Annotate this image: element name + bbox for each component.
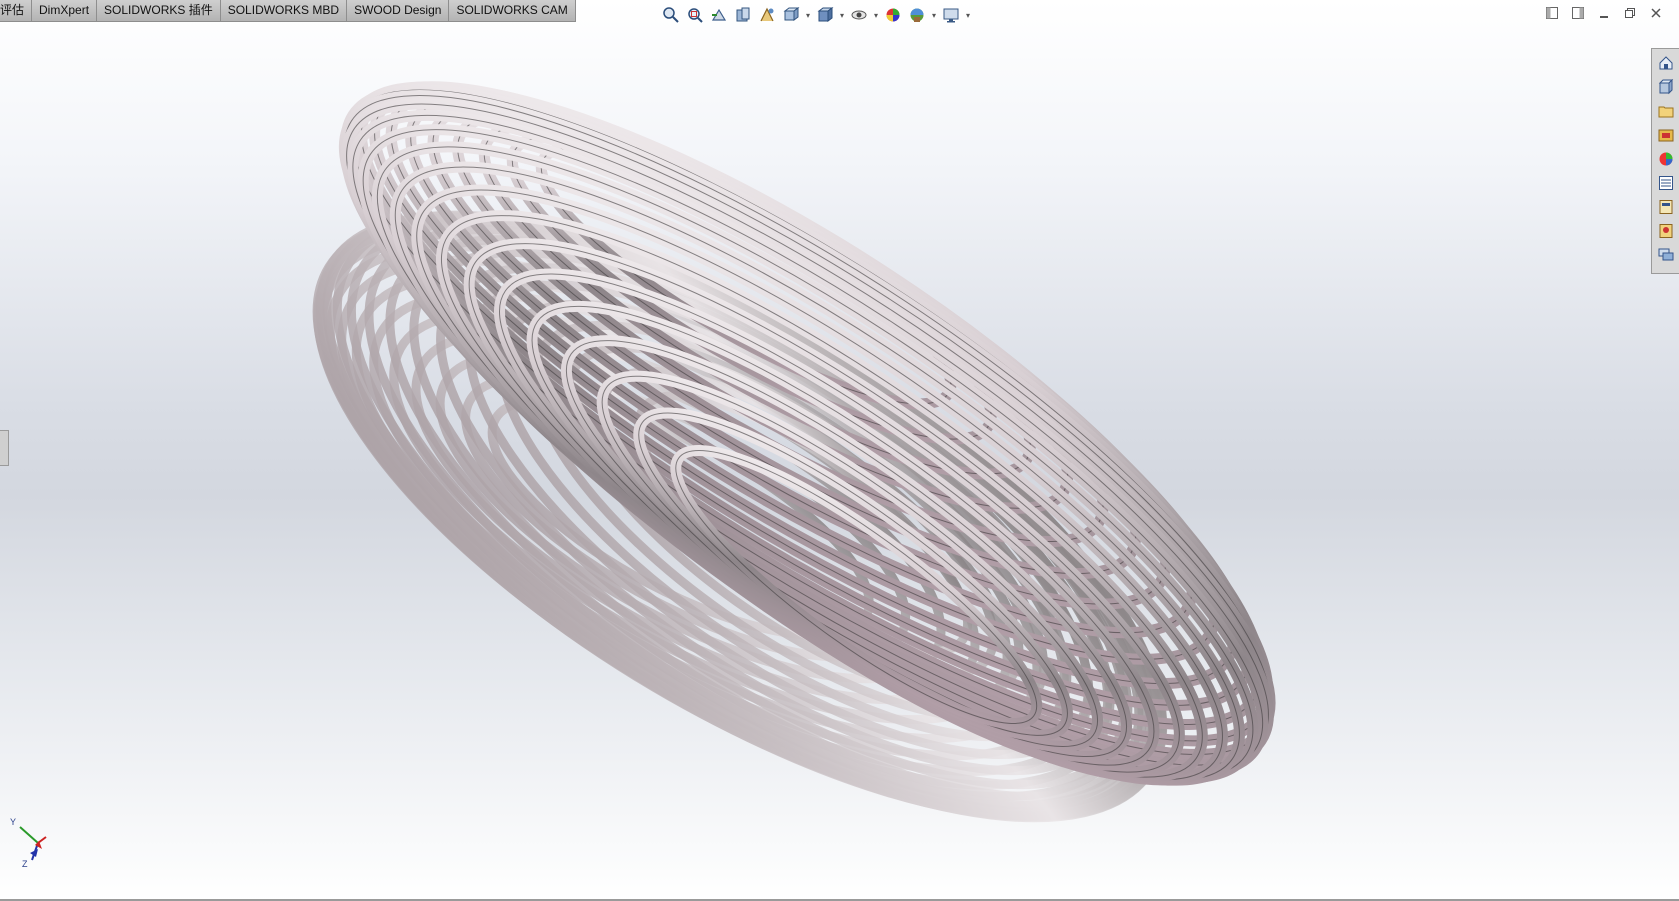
view-orientation-icon[interactable] [780, 4, 802, 26]
tile-right-icon[interactable] [1571, 6, 1585, 20]
zoom-to-fit-icon[interactable] [660, 4, 682, 26]
view-orientation-dropdown-icon[interactable]: ▾ [804, 4, 812, 26]
task-pane-tabs [1651, 48, 1679, 274]
heads-up-view-toolbar: ▾ ▾ ▾ ▾ ▾ [660, 3, 972, 27]
tab-swood-design[interactable]: SWOOD Design [347, 0, 450, 21]
minimize-icon[interactable] [1597, 6, 1611, 20]
tab-solidworks-mbd[interactable]: SOLIDWORKS MBD [220, 0, 348, 21]
view-settings-icon[interactable] [940, 4, 962, 26]
view-palette-icon[interactable] [1656, 149, 1676, 169]
apply-scene-dropdown-icon[interactable]: ▾ [930, 4, 938, 26]
edit-appearance-icon[interactable] [882, 4, 904, 26]
previous-view-icon[interactable] [708, 4, 730, 26]
forum-icon[interactable] [1656, 245, 1676, 265]
custom-properties-icon[interactable] [1656, 197, 1676, 217]
home-icon[interactable] [1656, 53, 1676, 73]
hide-show-items-icon[interactable] [848, 4, 870, 26]
tab-solidworks-addins[interactable]: SOLIDWORKS 插件 [97, 0, 221, 21]
apply-scene-icon[interactable] [906, 4, 928, 26]
appearances-icon[interactable] [1656, 173, 1676, 193]
reference-triad: Y Z X [8, 815, 58, 870]
tab-dimxpert[interactable]: DimXpert [32, 0, 98, 21]
close-icon[interactable] [1649, 6, 1663, 20]
graphics-area[interactable] [0, 0, 1679, 901]
file-explorer-icon[interactable] [1656, 125, 1676, 145]
document-window-controls [1545, 6, 1663, 20]
hide-show-dropdown-icon[interactable]: ▾ [872, 4, 880, 26]
solidworks-resources-icon[interactable] [1656, 221, 1676, 241]
triad-y-label: Y [10, 817, 17, 827]
display-style-icon[interactable] [814, 4, 836, 26]
section-view-icon[interactable] [732, 4, 754, 26]
3d-model-ribbon-sphere[interactable] [0, 0, 1679, 901]
display-style-dropdown-icon[interactable]: ▾ [838, 4, 846, 26]
zoom-to-area-icon[interactable] [684, 4, 706, 26]
feature-manager-collapse-handle[interactable] [0, 430, 9, 466]
command-manager-tabs: 评估 DimXpert SOLIDWORKS 插件 SOLIDWORKS MBD… [0, 0, 576, 22]
view-settings-dropdown-icon[interactable]: ▾ [964, 4, 972, 26]
restore-icon[interactable] [1623, 6, 1637, 20]
tab-solidworks-cam[interactable]: SOLIDWORKS CAM [449, 0, 576, 21]
dynamic-annotation-icon[interactable] [756, 4, 778, 26]
triad-z-label: Z [22, 859, 28, 869]
3d-content-icon[interactable] [1656, 77, 1676, 97]
tab-evaluate[interactable]: 评估 [0, 0, 33, 21]
design-library-icon[interactable] [1656, 101, 1676, 121]
tile-left-icon[interactable] [1545, 6, 1559, 20]
